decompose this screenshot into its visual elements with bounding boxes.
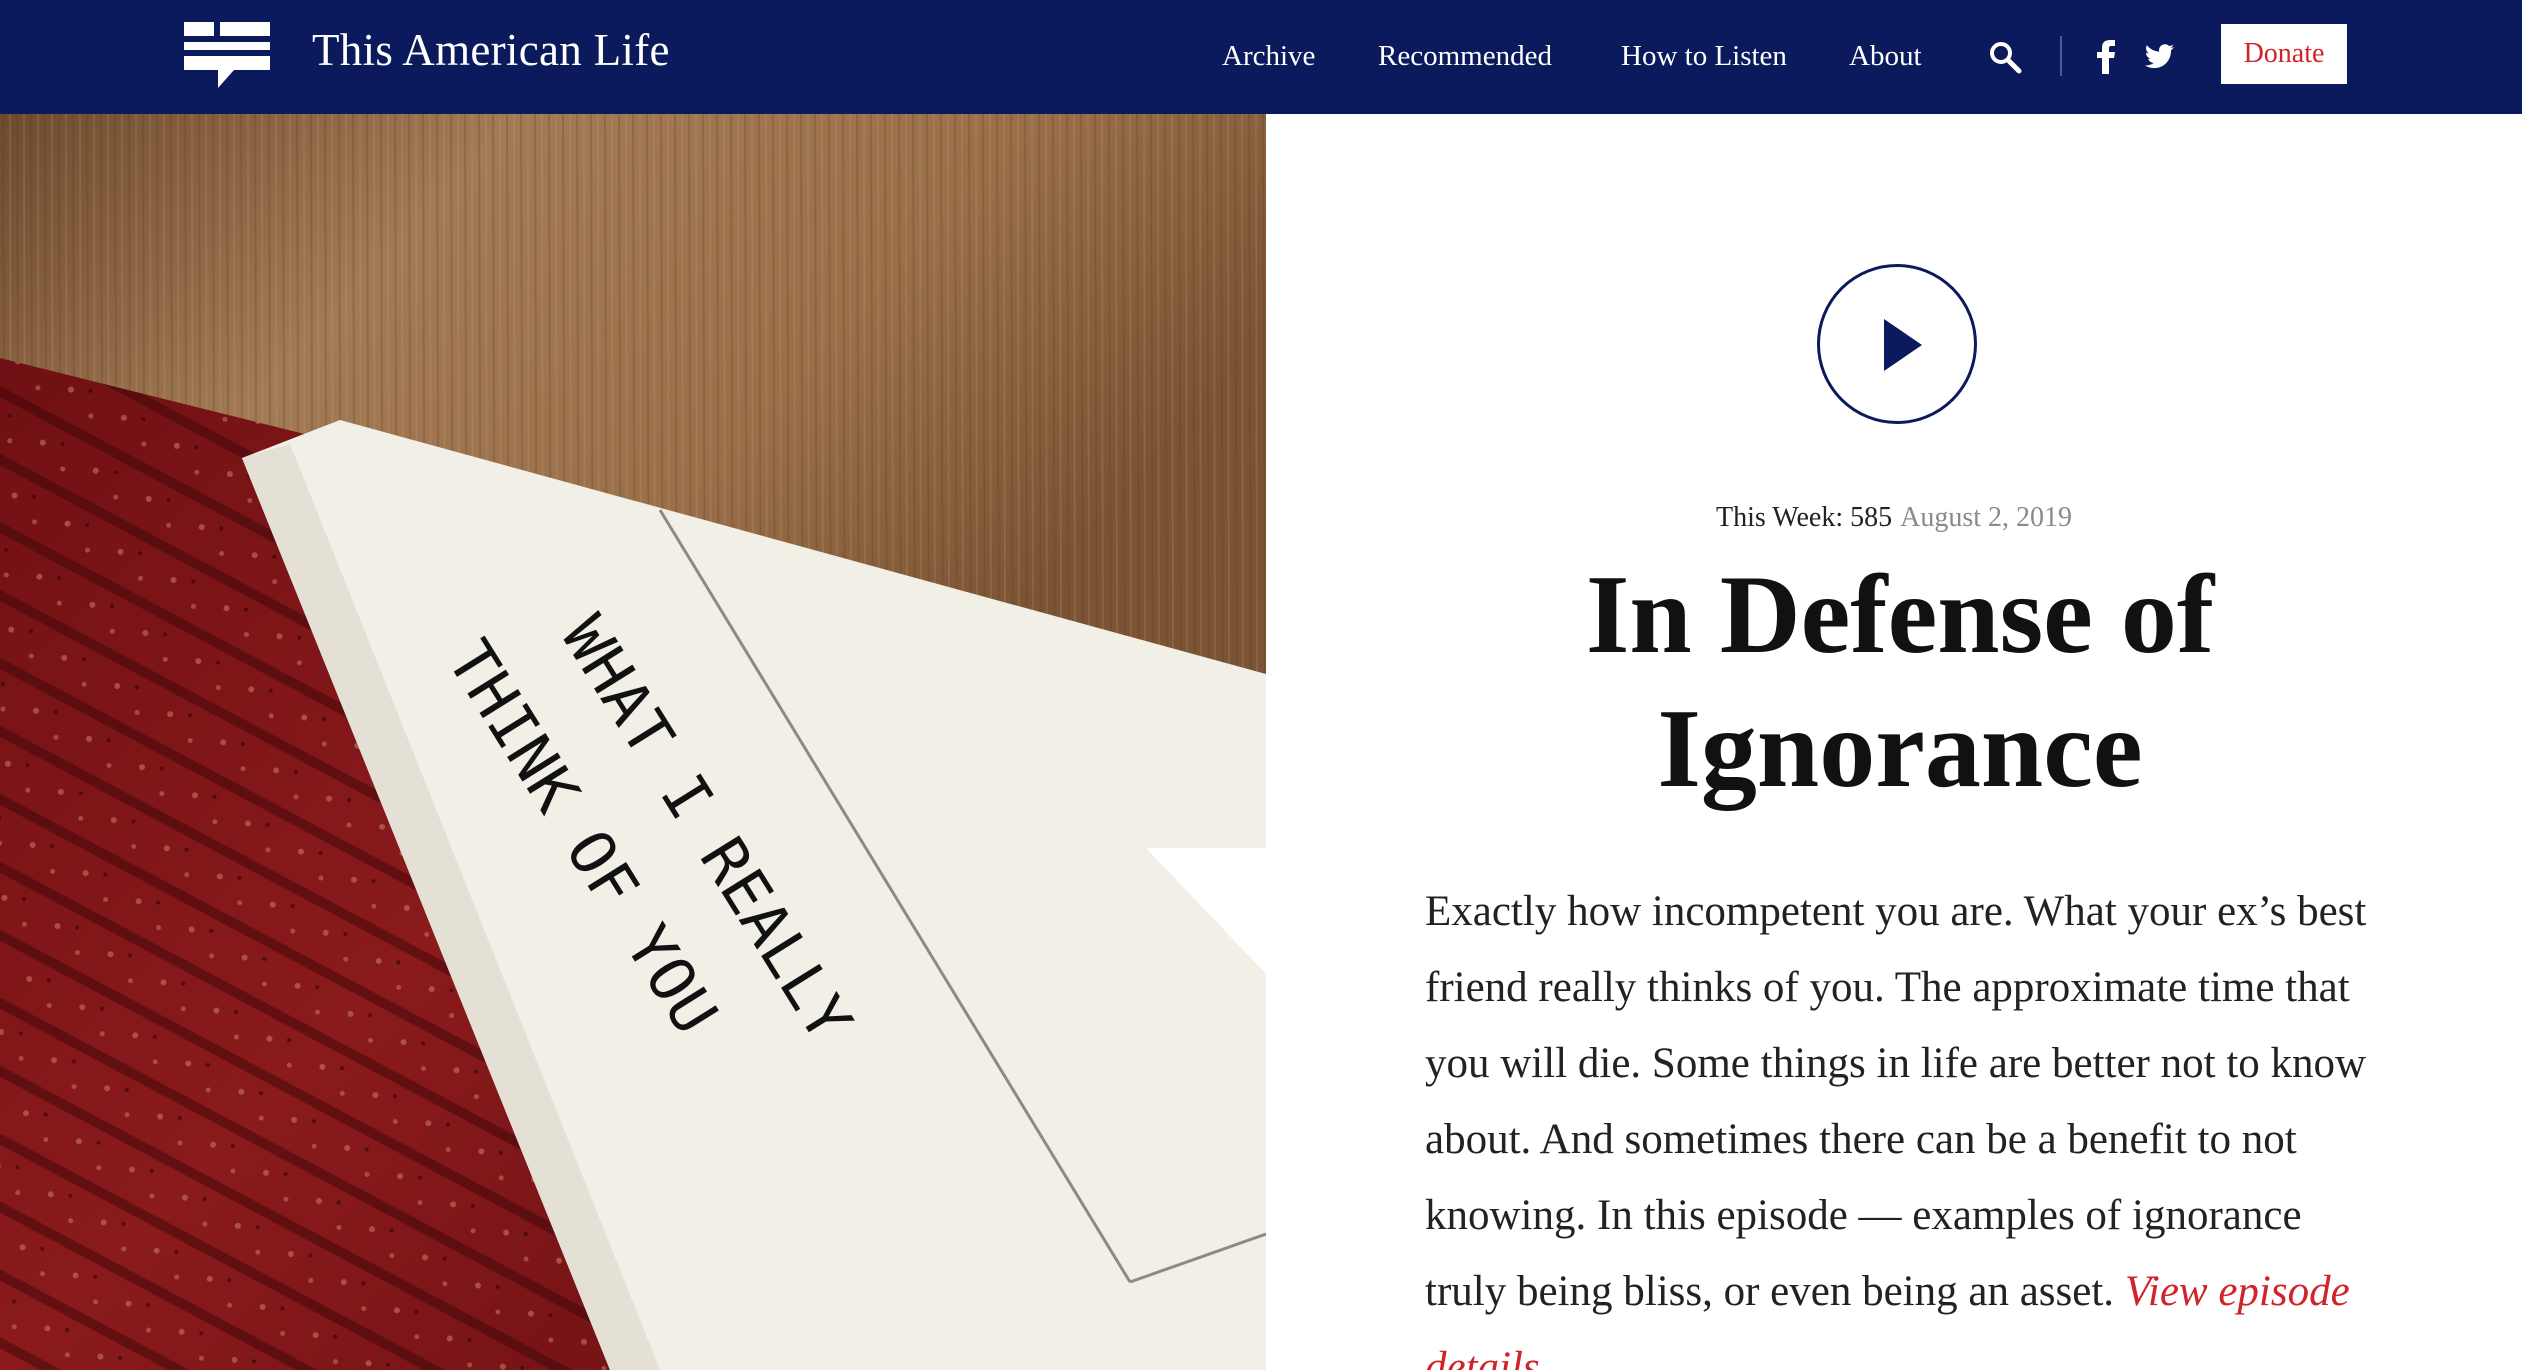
play-icon bbox=[1884, 319, 1922, 371]
nav-how-to-listen[interactable]: How to Listen bbox=[1621, 32, 1787, 80]
episode-number: This Week: 585 bbox=[1716, 502, 1893, 533]
search-icon[interactable] bbox=[1988, 40, 2022, 74]
logo-icon[interactable] bbox=[184, 22, 270, 88]
nav-recommended[interactable]: Recommended bbox=[1378, 32, 1552, 80]
donate-button[interactable]: Donate bbox=[2221, 24, 2347, 84]
nav-divider bbox=[2060, 36, 2062, 76]
nav-about[interactable]: About bbox=[1849, 32, 1922, 80]
episode-description-text: Exactly how incompetent you are. What yo… bbox=[1425, 888, 2367, 1315]
nav-archive[interactable]: Archive bbox=[1222, 32, 1315, 80]
facebook-icon[interactable] bbox=[2094, 40, 2118, 74]
top-navigation-bar: This American Life Archive Recommended H… bbox=[0, 0, 2522, 114]
episode-description: Exactly how incompetent you are. What yo… bbox=[1425, 874, 2385, 1370]
envelope-under-door-illustration: WHAT I REALLY THINK OF YOU bbox=[0, 114, 1266, 1370]
play-episode-button[interactable] bbox=[1817, 264, 1977, 424]
site-title[interactable]: This American Life bbox=[312, 22, 670, 78]
episode-hero-image: WHAT I REALLY THINK OF YOU bbox=[0, 114, 1266, 1370]
episode-title: In Defense of Ignorance bbox=[1585, 553, 2215, 811]
twitter-icon[interactable] bbox=[2144, 44, 2174, 70]
episode-date: August 2, 2019 bbox=[1900, 502, 2072, 533]
episode-meta: This Week: 585 August 2, 2019 bbox=[1266, 498, 2522, 538]
